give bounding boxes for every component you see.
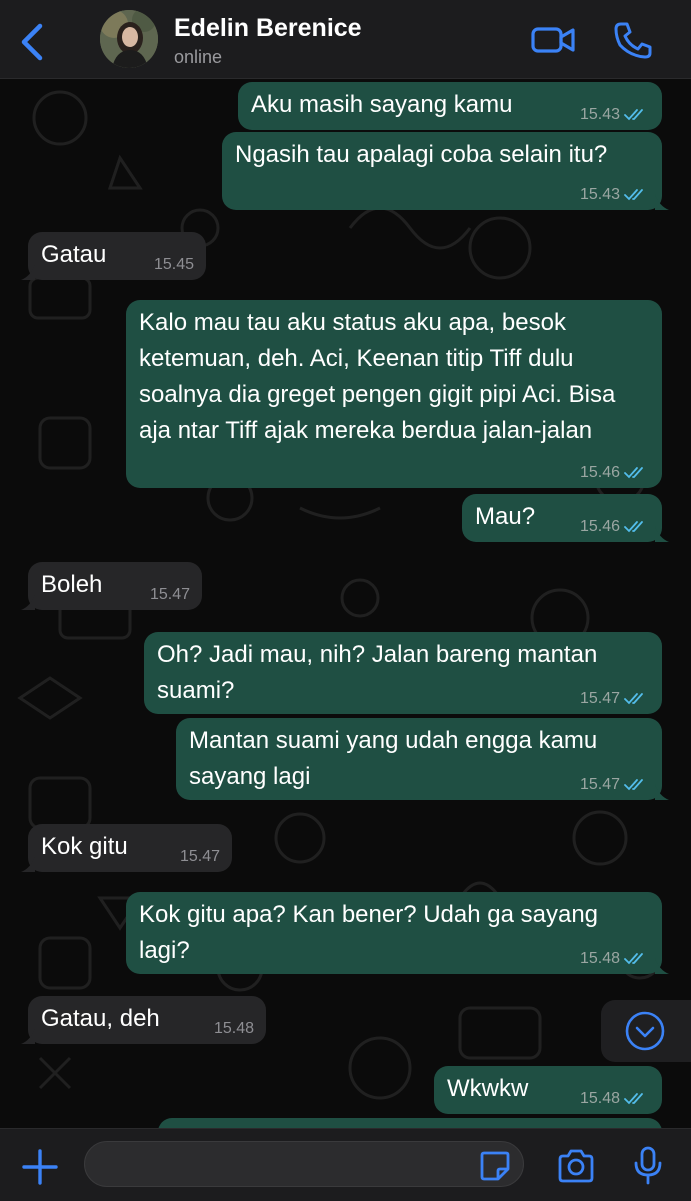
message-meta: 15.45: [154, 256, 194, 274]
message-time: 15.46: [579, 464, 620, 481]
message-composer: [0, 1128, 691, 1201]
bubble-tail: [655, 526, 669, 542]
sticker-icon: [480, 1151, 510, 1181]
plus-icon: [22, 1149, 58, 1185]
chevron-down-circle-icon: [625, 1011, 665, 1051]
camera-icon: [558, 1149, 594, 1183]
message-meta: 15.46: [580, 518, 648, 536]
message-text: Mantan suami yang udah engga kamu sayang…: [189, 727, 598, 790]
message-time: 15.43: [579, 186, 620, 203]
message-text: Kok gitu: [41, 833, 128, 860]
message-time: 15.47: [179, 848, 220, 865]
message-bubble-outgoing[interactable]: Oh? Jadi mau, nih? Jalan bareng mantan s…: [144, 632, 662, 714]
message-time: 15.43: [579, 106, 620, 123]
message-text: Ngasih tau apalagi coba selain itu?: [235, 141, 608, 168]
message-text: Mau?: [475, 503, 536, 530]
message-meta: 15.48: [580, 950, 648, 968]
bubble-tail: [21, 1028, 35, 1044]
message-text: Gatau, deh: [41, 1005, 160, 1032]
double-check-icon: [624, 189, 643, 201]
message-bubble-incoming[interactable]: Gatau 15.45: [21, 232, 206, 280]
double-check-icon: [624, 109, 643, 121]
double-check-icon: [624, 521, 643, 533]
message-meta: 15.47: [180, 848, 220, 866]
microphone-button[interactable]: [632, 1145, 664, 1187]
contact-name[interactable]: Edelin Berenice: [174, 14, 362, 43]
message-bubble-outgoing-partial[interactable]: [158, 1118, 662, 1128]
bubble-tail: [655, 194, 669, 210]
message-time: 15.47: [579, 690, 620, 707]
microphone-icon: [634, 1146, 662, 1185]
message-text: Boleh: [41, 571, 103, 598]
message-time: 15.48: [213, 1020, 254, 1037]
camera-button[interactable]: [556, 1147, 596, 1185]
message-meta: 15.47: [580, 776, 648, 794]
message-text: Oh? Jadi mau, nih? Jalan bareng mantan s…: [157, 641, 598, 704]
message-time: 15.47: [579, 776, 620, 793]
message-meta: 15.48: [580, 1090, 648, 1108]
message-bubble-outgoing[interactable]: Mantan suami yang udah engga kamu sayang…: [176, 718, 669, 800]
double-check-icon: [624, 1093, 643, 1105]
back-chevron-icon: [21, 23, 43, 61]
message-bubble-outgoing[interactable]: Aku masih sayang kamu 15.43: [238, 82, 662, 130]
message-text: Gatau: [41, 241, 107, 268]
chat-header: Edelin Berenice online: [0, 0, 691, 79]
attach-button[interactable]: [20, 1147, 60, 1187]
message-bubble-outgoing[interactable]: Kalo mau tau aku status aku apa, besok k…: [126, 300, 662, 488]
double-check-icon: [624, 779, 643, 791]
message-input[interactable]: [84, 1141, 524, 1187]
contact-status: online: [174, 47, 223, 67]
message-meta: 15.43: [580, 186, 648, 204]
video-call-button[interactable]: [530, 22, 578, 58]
bubble-tail: [21, 856, 35, 872]
message-time: 15.45: [153, 256, 194, 273]
message-bubble-outgoing[interactable]: Mau? 15.46: [462, 494, 669, 542]
message-bubble-outgoing[interactable]: Ngasih tau apalagi coba selain itu? 15.4…: [222, 132, 669, 210]
message-list[interactable]: Aku masih sayang kamu 15.43 Ngasih tau a…: [0, 78, 691, 1128]
message-bubble-incoming[interactable]: Gatau, deh 15.48: [21, 996, 266, 1044]
bubble-tail: [21, 264, 35, 280]
scroll-to-bottom-button[interactable]: [601, 1000, 691, 1062]
message-bubble-outgoing[interactable]: Kok gitu apa? Kan bener? Udah ga sayang …: [126, 892, 669, 974]
message-bubble-outgoing[interactable]: Wkwkw 15.48: [434, 1066, 662, 1114]
double-check-icon: [624, 467, 643, 479]
double-check-icon: [624, 693, 643, 705]
contact-avatar[interactable]: [100, 10, 158, 68]
video-camera-icon: [531, 27, 575, 53]
phone-icon: [614, 22, 652, 59]
message-time: 15.47: [149, 586, 190, 603]
message-time: 15.48: [579, 950, 620, 967]
double-check-icon: [624, 953, 643, 965]
bubble-tail: [21, 594, 35, 610]
message-meta: 15.48: [214, 1020, 254, 1038]
message-text: Kok gitu apa? Kan bener? Udah ga sayang …: [139, 901, 599, 964]
back-button[interactable]: [14, 20, 50, 64]
message-text: Kalo mau tau aku status aku apa, besok k…: [139, 309, 616, 444]
message-bubble-incoming[interactable]: Boleh 15.47: [21, 562, 202, 610]
bubble-tail: [655, 784, 669, 800]
message-text: Aku masih sayang kamu: [251, 91, 513, 118]
message-bubble-incoming[interactable]: Kok gitu 15.47: [21, 824, 232, 872]
sticker-button[interactable]: [478, 1149, 512, 1183]
message-meta: 15.47: [580, 690, 648, 708]
message-meta: 15.47: [150, 586, 190, 604]
message-time: 15.48: [579, 1090, 620, 1107]
message-time: 15.46: [579, 518, 620, 535]
voice-call-button[interactable]: [612, 20, 654, 60]
message-meta: 15.46: [580, 464, 648, 482]
message-text: Wkwkw: [447, 1075, 529, 1102]
bubble-tail: [655, 958, 669, 974]
message-meta: 15.43: [580, 106, 648, 124]
